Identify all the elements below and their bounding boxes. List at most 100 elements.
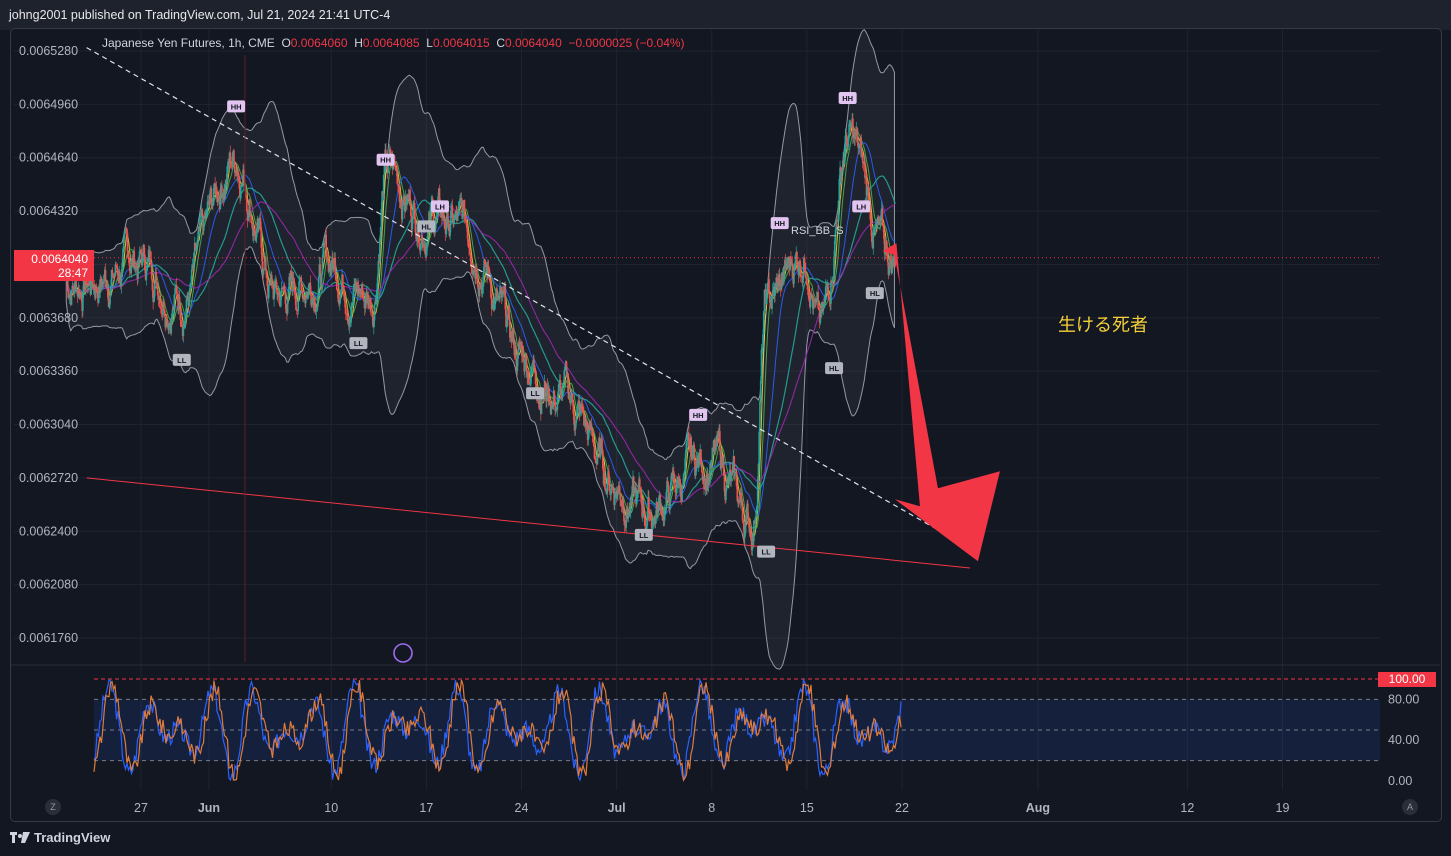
candle-body <box>363 298 365 301</box>
swing-badge-text: LH <box>435 202 445 211</box>
candle-body <box>768 278 770 294</box>
swing-badge-text: LL <box>531 389 541 398</box>
candle-body <box>796 252 798 265</box>
candle-body <box>731 463 734 472</box>
candle-body <box>150 264 153 280</box>
candle-body <box>756 478 759 507</box>
close-key: C <box>496 36 506 50</box>
candle-body <box>190 269 193 283</box>
low-key: L <box>426 36 433 50</box>
candle-body <box>304 298 307 304</box>
candle-body <box>300 277 303 292</box>
time-tick-label: 15 <box>800 801 814 815</box>
tv-logo-icon <box>10 831 30 843</box>
candle-body <box>264 258 267 271</box>
candle-body <box>267 285 270 298</box>
candle-body <box>240 186 242 199</box>
last-price: 0.0064040 <box>31 252 88 266</box>
bar-countdown: 28:47 <box>57 266 88 280</box>
candle-body <box>734 473 736 476</box>
time-tick-label: 24 <box>515 801 529 815</box>
rsi-tick-label: 80.00 <box>1388 692 1419 706</box>
candle-body <box>710 459 713 468</box>
price-tick-label: 0.0062400 <box>19 524 78 538</box>
candle-body <box>719 431 721 452</box>
strategy-label: RSI_BB_S <box>791 225 844 237</box>
swing-badge-text: HH <box>380 156 391 165</box>
candle-body <box>596 451 599 465</box>
candle-body <box>877 216 880 222</box>
swing-badge-text: LL <box>762 548 772 557</box>
high-key: H <box>354 36 363 50</box>
close-value: 0.0064040 <box>505 36 562 50</box>
candle-body <box>744 522 747 534</box>
candle-body <box>759 401 761 432</box>
jp-annotation: 生ける死者 <box>1058 315 1148 335</box>
candle-body <box>278 292 281 305</box>
candle-body <box>188 290 191 307</box>
candle-body <box>155 271 157 284</box>
tradingview-logo: TradingView <box>10 830 110 845</box>
candle-body <box>864 161 866 179</box>
candle-body <box>382 175 385 197</box>
change-value: −0.0000025 (−0.04%) <box>568 36 685 50</box>
candle-body <box>443 216 445 221</box>
candle-body <box>669 493 671 510</box>
candle-body <box>684 458 686 472</box>
candle-body <box>604 474 606 490</box>
candle-body <box>725 481 728 490</box>
candle-body <box>515 346 517 360</box>
candle-body <box>850 123 853 128</box>
candle-body <box>334 257 337 274</box>
candle-body <box>504 285 507 310</box>
candle-body <box>250 215 253 223</box>
rsi-tick-label: 0.00 <box>1388 774 1412 788</box>
candle-body <box>170 319 173 334</box>
zoom-button-left[interactable]: Z <box>45 799 61 815</box>
chart-legend: Japanese Yen Futures, 1h, CME O0.0064060… <box>102 36 685 50</box>
candle-body <box>833 256 835 279</box>
candle-body <box>463 200 466 217</box>
price-tick-label: 0.0061760 <box>19 631 78 645</box>
candle-body <box>563 370 566 383</box>
rsi-value-badge: 100.00 <box>1378 672 1436 687</box>
price-tick-label: 0.0064320 <box>19 204 78 218</box>
candle-body <box>525 354 528 371</box>
candle-body <box>837 200 840 221</box>
go-to-realtime-icon <box>393 643 413 663</box>
candle-body <box>168 325 170 331</box>
candle-body <box>345 307 347 314</box>
swing-badge-text: HL <box>421 222 431 231</box>
candle-body <box>741 505 744 521</box>
candle-body <box>861 152 864 163</box>
time-tick-label: Jul <box>608 801 626 815</box>
swing-badge-text: LL <box>177 356 187 365</box>
candle-body <box>159 297 161 308</box>
candle-body <box>657 497 660 509</box>
price-tick-label: 0.0062080 <box>19 578 78 592</box>
auto-scale-button[interactable]: A <box>1402 799 1418 815</box>
candle-body <box>561 383 564 397</box>
candle-body <box>320 274 323 288</box>
candle-body <box>488 268 491 280</box>
candle-body <box>450 210 452 225</box>
candle-body <box>335 280 338 290</box>
candle-body <box>803 258 806 263</box>
candle-body <box>489 279 491 283</box>
candle-body <box>811 294 813 297</box>
price-tick-label: 0.0063040 <box>19 418 78 432</box>
candle-body <box>590 423 593 431</box>
candle-body <box>373 304 376 321</box>
swing-badge-text: HH <box>774 219 785 228</box>
time-tick-label: 10 <box>324 801 338 815</box>
candle-body <box>367 295 370 308</box>
swing-badge-text: HH <box>693 411 704 420</box>
bollinger-bands <box>65 28 895 670</box>
candle-body <box>804 262 807 273</box>
candle-body <box>325 234 328 254</box>
candle-body <box>872 232 875 249</box>
price-tick-label: 0.0063680 <box>19 311 78 325</box>
rsi-pane: 80.00 40.00 0.00 <box>93 677 1419 788</box>
candle-body <box>817 292 819 309</box>
price-chart[interactable]: HHLLHHLLHLLHLLHHLLLLHHHHLHHLHL 0.0065280… <box>0 0 1451 856</box>
